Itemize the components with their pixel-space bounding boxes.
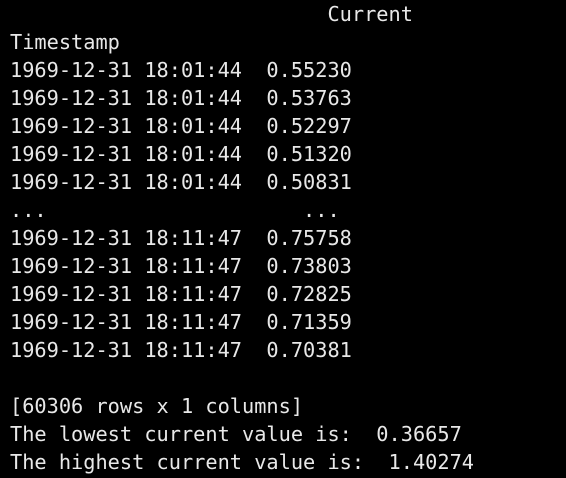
data-row: 1969-12-31 18:11:47 0.73803: [10, 254, 352, 278]
data-row: 1969-12-31 18:01:44 0.50831: [10, 170, 352, 194]
highest-value-line: The highest current value is: 1.40274: [10, 450, 474, 474]
data-row: 1969-12-31 18:01:44 0.55230: [10, 58, 352, 82]
data-row: 1969-12-31 18:11:47 0.71359: [10, 310, 352, 334]
column-header: Current: [10, 2, 413, 26]
ellipsis-row: ... ...: [10, 198, 340, 222]
shape-summary: [60306 rows x 1 columns]: [10, 394, 304, 418]
data-row: 1969-12-31 18:01:44 0.52297: [10, 114, 352, 138]
data-row: 1969-12-31 18:11:47 0.75758: [10, 226, 352, 250]
data-row: 1969-12-31 18:01:44 0.53763: [10, 86, 352, 110]
data-row: 1969-12-31 18:01:44 0.51320: [10, 142, 352, 166]
data-row: 1969-12-31 18:11:47 0.72825: [10, 282, 352, 306]
data-row: 1969-12-31 18:11:47 0.70381: [10, 338, 352, 362]
terminal-output: Current Timestamp 1969-12-31 18:01:44 0.…: [0, 0, 566, 478]
index-name: Timestamp: [10, 30, 120, 54]
lowest-value-line: The lowest current value is: 0.36657: [10, 422, 462, 446]
